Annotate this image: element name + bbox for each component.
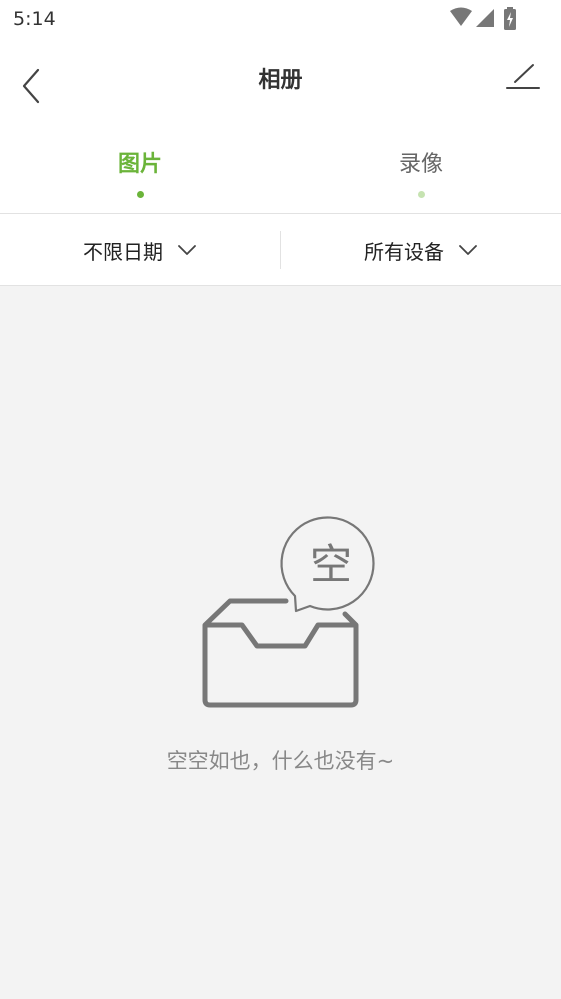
tab-photos[interactable]: 图片 xyxy=(0,138,280,214)
empty-bubble-label: 空 xyxy=(309,540,352,589)
filter-bar: 不限日期 所有设备 xyxy=(0,215,561,286)
edit-icon xyxy=(506,64,540,89)
empty-state-message: 空空如也，什么也没有~ xyxy=(166,749,395,773)
page-title: 相册 xyxy=(258,68,303,93)
date-filter[interactable]: 不限日期 xyxy=(0,215,280,285)
status-time: 5:14 xyxy=(13,8,56,30)
battery-charging-icon xyxy=(504,7,516,30)
header: 相册 xyxy=(0,50,561,110)
tab-photos-indicator xyxy=(137,191,144,198)
status-icons xyxy=(441,7,521,31)
tab-videos-indicator xyxy=(418,191,425,198)
tab-videos-label: 录像 xyxy=(398,152,443,177)
tab-videos[interactable]: 录像 xyxy=(281,138,561,214)
edit-button[interactable] xyxy=(503,60,543,94)
status-bar: 5:14 xyxy=(0,0,561,38)
tab-photos-label: 图片 xyxy=(117,152,162,177)
tab-bar: 图片 录像 xyxy=(0,138,561,214)
device-filter-label: 所有设备 xyxy=(364,239,444,264)
date-filter-label: 不限日期 xyxy=(83,239,163,264)
chevron-down-icon xyxy=(178,245,196,255)
cell-signal-icon xyxy=(476,9,494,27)
wifi-icon xyxy=(450,7,472,26)
device-filter[interactable]: 所有设备 xyxy=(281,215,561,285)
chevron-down-icon xyxy=(459,245,477,255)
